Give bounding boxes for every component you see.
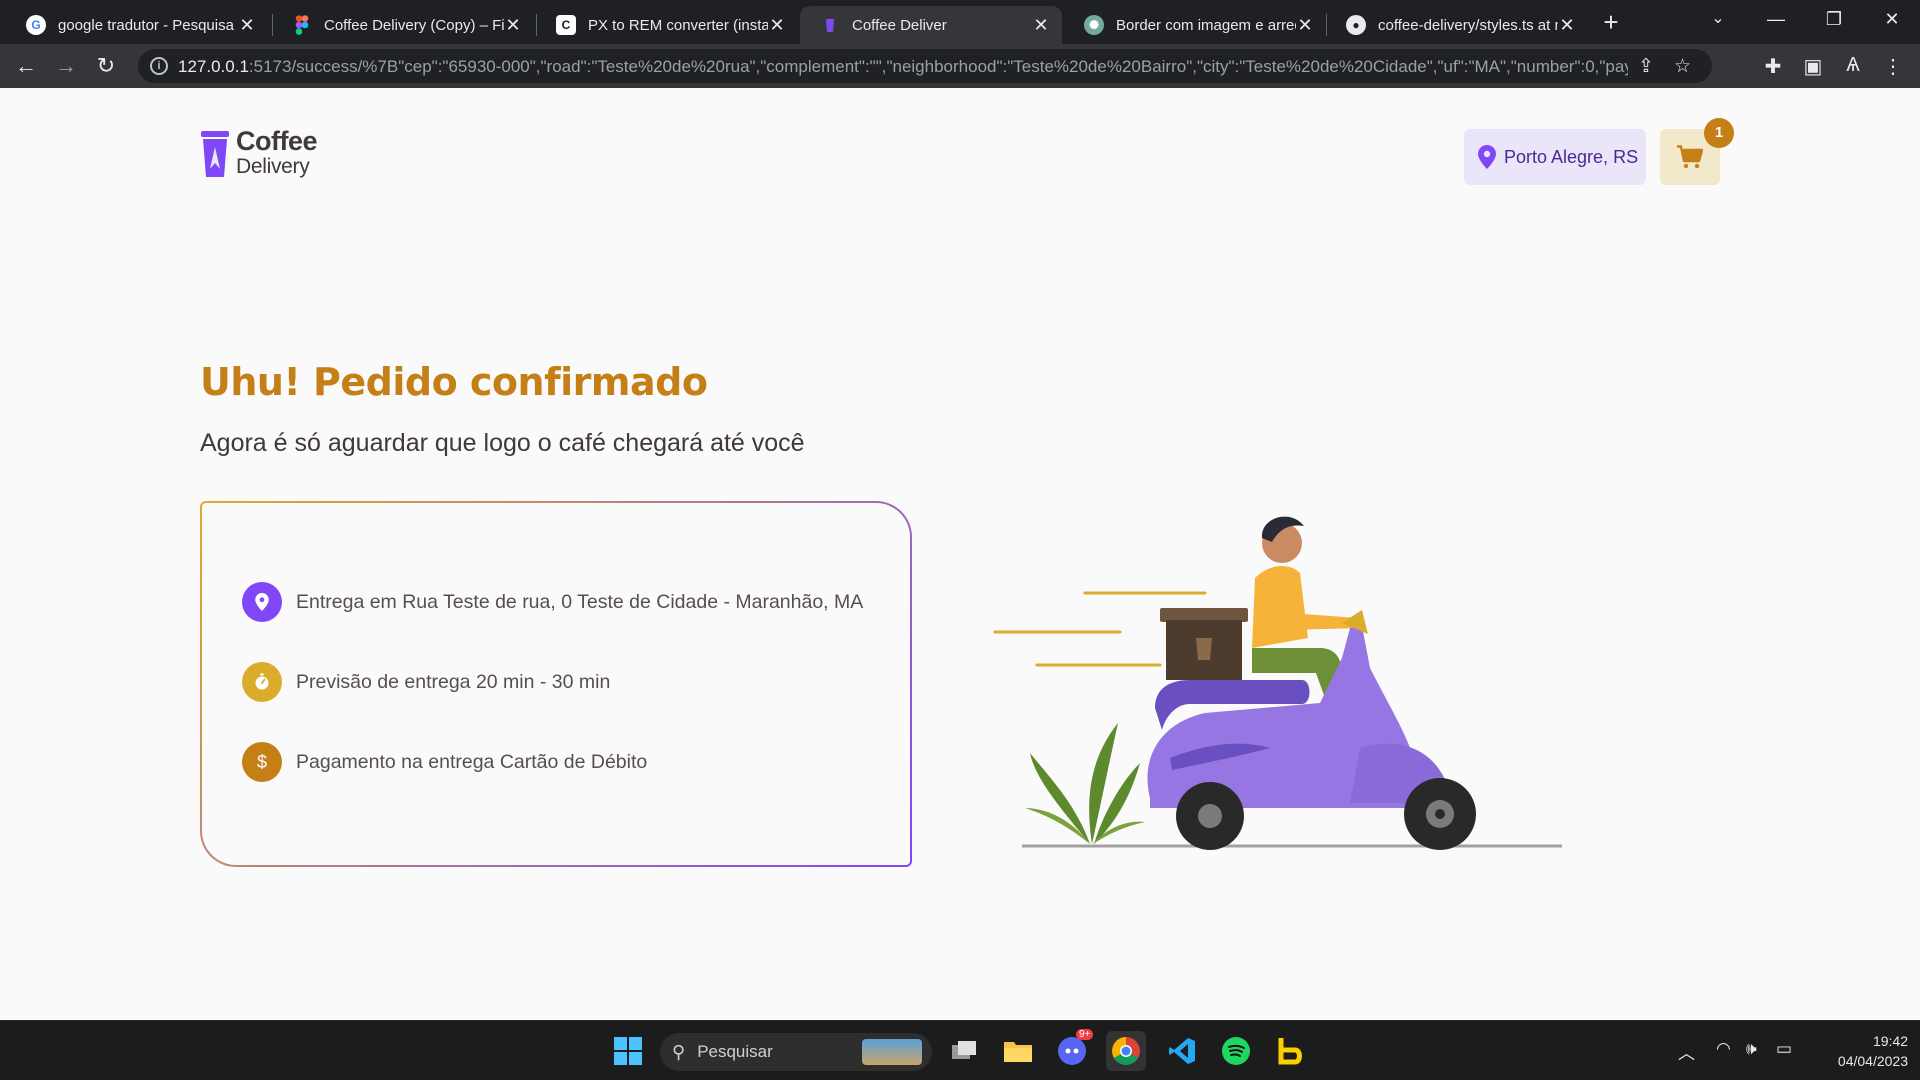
payment-method-text: Pagamento na entrega Cartão de Débito — [296, 750, 648, 773]
clock[interactable]: 19:42 04/04/2023 — [1816, 1031, 1908, 1071]
logo-line-coffee: Coffee — [236, 126, 318, 156]
delivery-scooter-illustration — [993, 516, 1562, 850]
browser-tab-strip: G google tradutor - Pesquisa no Google ✕… — [0, 0, 1920, 44]
page-subtitle: Agora é só aguardar que logo o café cheg… — [200, 429, 805, 457]
google-icon: G — [26, 15, 46, 35]
logo[interactable]: Coffee Delivery — [200, 126, 318, 180]
url-path: :5173/success/%7B"cep":"65930-000","road… — [248, 57, 1628, 76]
tab-title: Coffee Deliver — [852, 16, 947, 34]
show-hidden-icons-chevron-icon[interactable]: ︿ — [1678, 1039, 1695, 1064]
page-title: Uhu! Pedido confirmado — [200, 360, 708, 404]
battery-icon[interactable]: ▭ — [1776, 1039, 1792, 1059]
coffee-cup-logo-icon — [201, 131, 229, 177]
delivery-address-row: Entrega em Rua Teste de rua, 0 Teste de … — [242, 582, 863, 622]
browser-toolbar: ← → ↻ i 127.0.0.1:5173/success/%7B"cep":… — [0, 44, 1920, 88]
minimize-icon[interactable]: — — [1748, 0, 1804, 40]
close-window-icon[interactable]: ✕ — [1864, 0, 1920, 40]
clock-date: 04/04/2023 — [1837, 1053, 1908, 1069]
figma-icon — [292, 15, 312, 35]
location-badge[interactable]: Porto Alegre, RS — [1464, 129, 1646, 185]
close-tab-icon[interactable]: ✕ — [504, 15, 522, 36]
search-highlight-castle-icon — [862, 1039, 922, 1065]
timer-icon — [242, 662, 282, 702]
delivery-address-text: Entrega em Rua Teste de rua, 0 Teste de … — [296, 590, 864, 613]
coffee-delivery-icon — [820, 15, 840, 35]
site-info-icon[interactable]: i — [150, 57, 168, 75]
side-panel-icon[interactable]: ▣ — [1800, 54, 1826, 79]
logo-line-delivery: Delivery — [236, 155, 310, 178]
coffee-delivery-app: Coffee Delivery Porto Alegre, RS 1 Uhu! … — [0, 88, 1920, 1020]
url-text[interactable]: 127.0.0.1:5173/success/%7B"cep":"65930-0… — [178, 57, 1628, 77]
payment-method-row: $ Pagamento na entrega Cartão de Débito — [242, 742, 647, 782]
forward-icon[interactable]: → — [52, 52, 80, 80]
beekeeper-icon[interactable] — [1270, 1031, 1310, 1071]
back-icon[interactable]: ← — [12, 52, 40, 80]
taskbar-search-input[interactable]: ⚲ Pesquisar — [660, 1033, 932, 1071]
tab-title: google tradutor - Pesquisa no Google — [58, 16, 238, 34]
close-tab-icon[interactable]: ✕ — [1032, 15, 1050, 36]
discord-icon[interactable]: 9+ — [1052, 1029, 1094, 1071]
volume-icon[interactable]: 🕪 — [1746, 1039, 1757, 1059]
chatgpt-icon: ✺ — [1084, 15, 1104, 35]
tab-title: PX to REM converter (instant) — [588, 16, 768, 34]
tab-title: Coffee Delivery (Copy) – Figma — [324, 16, 504, 34]
converter-icon: C — [556, 15, 576, 35]
browser-tab-px-to-rem[interactable]: C PX to REM converter (instant) ✕ — [536, 6, 798, 44]
browser-tab-coffee-delivery[interactable]: Coffee Deliver ✕ — [800, 6, 1062, 44]
windows-taskbar: ⚲ Pesquisar 9+ ︿ ◠ 🕪 ▭ 19:42 04/04/2023 — [0, 1020, 1920, 1080]
delivery-estimate-text: Previsão de entrega 20 min - 30 min — [296, 670, 611, 693]
shopping-cart-icon — [1677, 145, 1703, 169]
file-explorer-icon[interactable] — [998, 1031, 1038, 1071]
url-host: 127.0.0.1 — [178, 57, 249, 76]
new-tab-button[interactable]: + — [1596, 8, 1626, 38]
location-text: Porto Alegre, RS — [1504, 146, 1639, 167]
close-tab-icon[interactable]: ✕ — [768, 15, 786, 36]
tab-search-chevron-icon[interactable]: ⌄ — [1690, 0, 1746, 40]
tab-title: Border com imagem e arredondamento — [1116, 16, 1296, 34]
bookmark-star-icon[interactable]: ☆ — [1674, 55, 1691, 78]
vscode-icon[interactable] — [1162, 1031, 1202, 1071]
restore-icon[interactable]: ❐ — [1806, 0, 1862, 40]
delivery-box — [1160, 608, 1248, 680]
chrome-icon[interactable] — [1106, 1031, 1146, 1071]
logo-wordmark: Coffee Delivery — [236, 126, 318, 180]
task-view-icon[interactable] — [944, 1031, 984, 1071]
reload-icon[interactable]: ↻ — [92, 52, 120, 80]
search-icon: ⚲ — [672, 1041, 686, 1062]
browser-tab-github[interactable]: ● coffee-delivery/styles.ts at main ✕ — [1326, 6, 1588, 44]
browser-menu-icon[interactable]: ⋮ — [1880, 54, 1906, 79]
discord-notification-badge: 9+ — [1076, 1029, 1094, 1040]
plant — [1025, 723, 1145, 844]
clock-time: 19:42 — [1872, 1033, 1908, 1049]
spotify-icon[interactable] — [1216, 1031, 1256, 1071]
search-placeholder: Pesquisar — [697, 1042, 773, 1061]
close-tab-icon[interactable]: ✕ — [1296, 15, 1314, 36]
extensions-puzzle-icon[interactable]: ✚ — [1760, 54, 1786, 79]
cart-count-badge: 1 — [1704, 118, 1734, 148]
order-info-card: Entrega em Rua Teste de rua, 0 Teste de … — [200, 501, 912, 867]
profile-extension-icon[interactable]: Ѧ — [1840, 54, 1866, 77]
order-info-card-body: Entrega em Rua Teste de rua, 0 Teste de … — [202, 503, 910, 865]
close-tab-icon[interactable]: ✕ — [238, 15, 256, 36]
share-icon[interactable]: ⇪ — [1638, 55, 1654, 78]
map-pin-icon — [242, 582, 282, 622]
tab-title: coffee-delivery/styles.ts at main — [1378, 16, 1558, 34]
close-tab-icon[interactable]: ✕ — [1558, 15, 1576, 36]
address-bar[interactable]: i 127.0.0.1:5173/success/%7B"cep":"65930… — [138, 49, 1712, 83]
wifi-icon[interactable]: ◠ — [1716, 1039, 1731, 1059]
windows-start-icon[interactable] — [608, 1031, 648, 1071]
github-icon: ● — [1346, 15, 1366, 35]
browser-tab-figma[interactable]: Coffee Delivery (Copy) – Figma ✕ — [272, 6, 534, 44]
browser-tab-chatgpt[interactable]: ✺ Border com imagem e arredondamento ✕ — [1064, 6, 1326, 44]
currency-dollar-icon: $ — [242, 742, 282, 782]
map-pin-icon — [1478, 145, 1496, 169]
browser-tab-google[interactable]: G google tradutor - Pesquisa no Google ✕ — [6, 6, 268, 44]
delivery-estimate-row: Previsão de entrega 20 min - 30 min — [242, 662, 610, 702]
